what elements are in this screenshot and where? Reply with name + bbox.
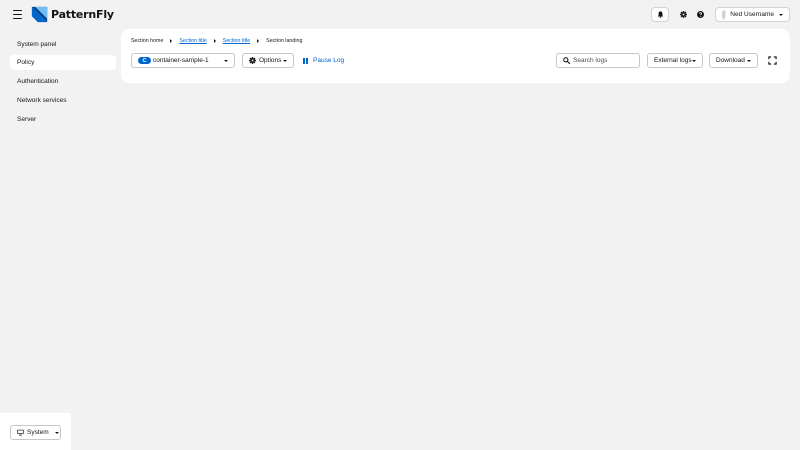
container-select[interactable]: C container-sample-1 [131,53,235,68]
sidebar-item-system-panel[interactable]: System panel [10,37,116,52]
caret-down-icon [283,59,287,62]
gear-icon [249,57,256,64]
caret-down-icon [54,431,59,434]
gear-icon [680,11,687,18]
bell-icon [657,11,663,18]
external-logs-label: External logs [654,57,692,64]
angle-right-icon [170,39,173,43]
hamburger-icon[interactable] [12,9,23,20]
avatar-icon [722,9,727,20]
sidebar-item-label: Network services [17,97,67,104]
caret-down-icon [692,59,696,62]
notifications-button[interactable] [651,7,669,22]
question-circle-icon [697,11,704,18]
sidebar-item-label: Policy [17,59,35,66]
sidebar-item-policy[interactable]: Policy [10,55,116,70]
search-icon [563,57,570,64]
container-select-value: container-sample-1 [153,57,209,64]
breadcrumb-item-home: Section home [131,38,164,44]
monitor-icon [17,429,24,436]
theme-select-label: System [27,429,49,436]
search-logs-input[interactable] [573,57,633,64]
caret-down-icon [224,59,228,62]
masthead: PatternFly Ned Username [0,0,800,29]
download-dropdown[interactable]: Download [709,53,758,68]
caret-down-icon [779,13,783,16]
pause-log-button[interactable]: Pause Log [303,53,344,68]
options-dropdown[interactable]: Options [242,53,294,68]
angle-right-icon [213,39,216,43]
angle-right-icon [257,39,260,43]
help-button[interactable] [695,9,706,20]
breadcrumb-link-section-title-2[interactable]: Section title [223,38,250,44]
sidebar-item-server[interactable]: Server [10,112,116,127]
pause-log-label: Pause Log [313,57,345,64]
settings-button[interactable] [678,9,689,20]
breadcrumb: Section home Section title Section title… [131,38,302,44]
breadcrumb-item-current: Section landing [266,38,303,44]
external-logs-dropdown[interactable]: External logs [647,53,703,68]
download-label: Download [716,57,745,64]
patternfly-logo-icon [31,6,48,23]
user-menu-button[interactable]: Ned Username [715,7,790,22]
caret-down-icon [747,59,751,62]
search-logs-field[interactable] [556,53,640,68]
sidebar-item-authentication[interactable]: Authentication [10,74,116,89]
pause-icon [303,57,309,64]
sidebar-item-network-services[interactable]: Network services [10,93,116,108]
brand-name: PatternFly [51,8,114,21]
options-label: Options [259,57,282,64]
sidebar-item-label: Authentication [17,78,59,85]
theme-select-button[interactable]: System [10,425,61,440]
brand-logo[interactable]: PatternFly [31,6,114,23]
user-name: Ned Username [730,11,774,18]
sidebar-item-label: Server [17,116,37,123]
sidebar-item-label: System panel [17,41,57,48]
expand-icon[interactable] [768,56,777,65]
breadcrumb-link-section-title-1[interactable]: Section title [179,38,206,44]
container-badge: C [138,57,151,64]
